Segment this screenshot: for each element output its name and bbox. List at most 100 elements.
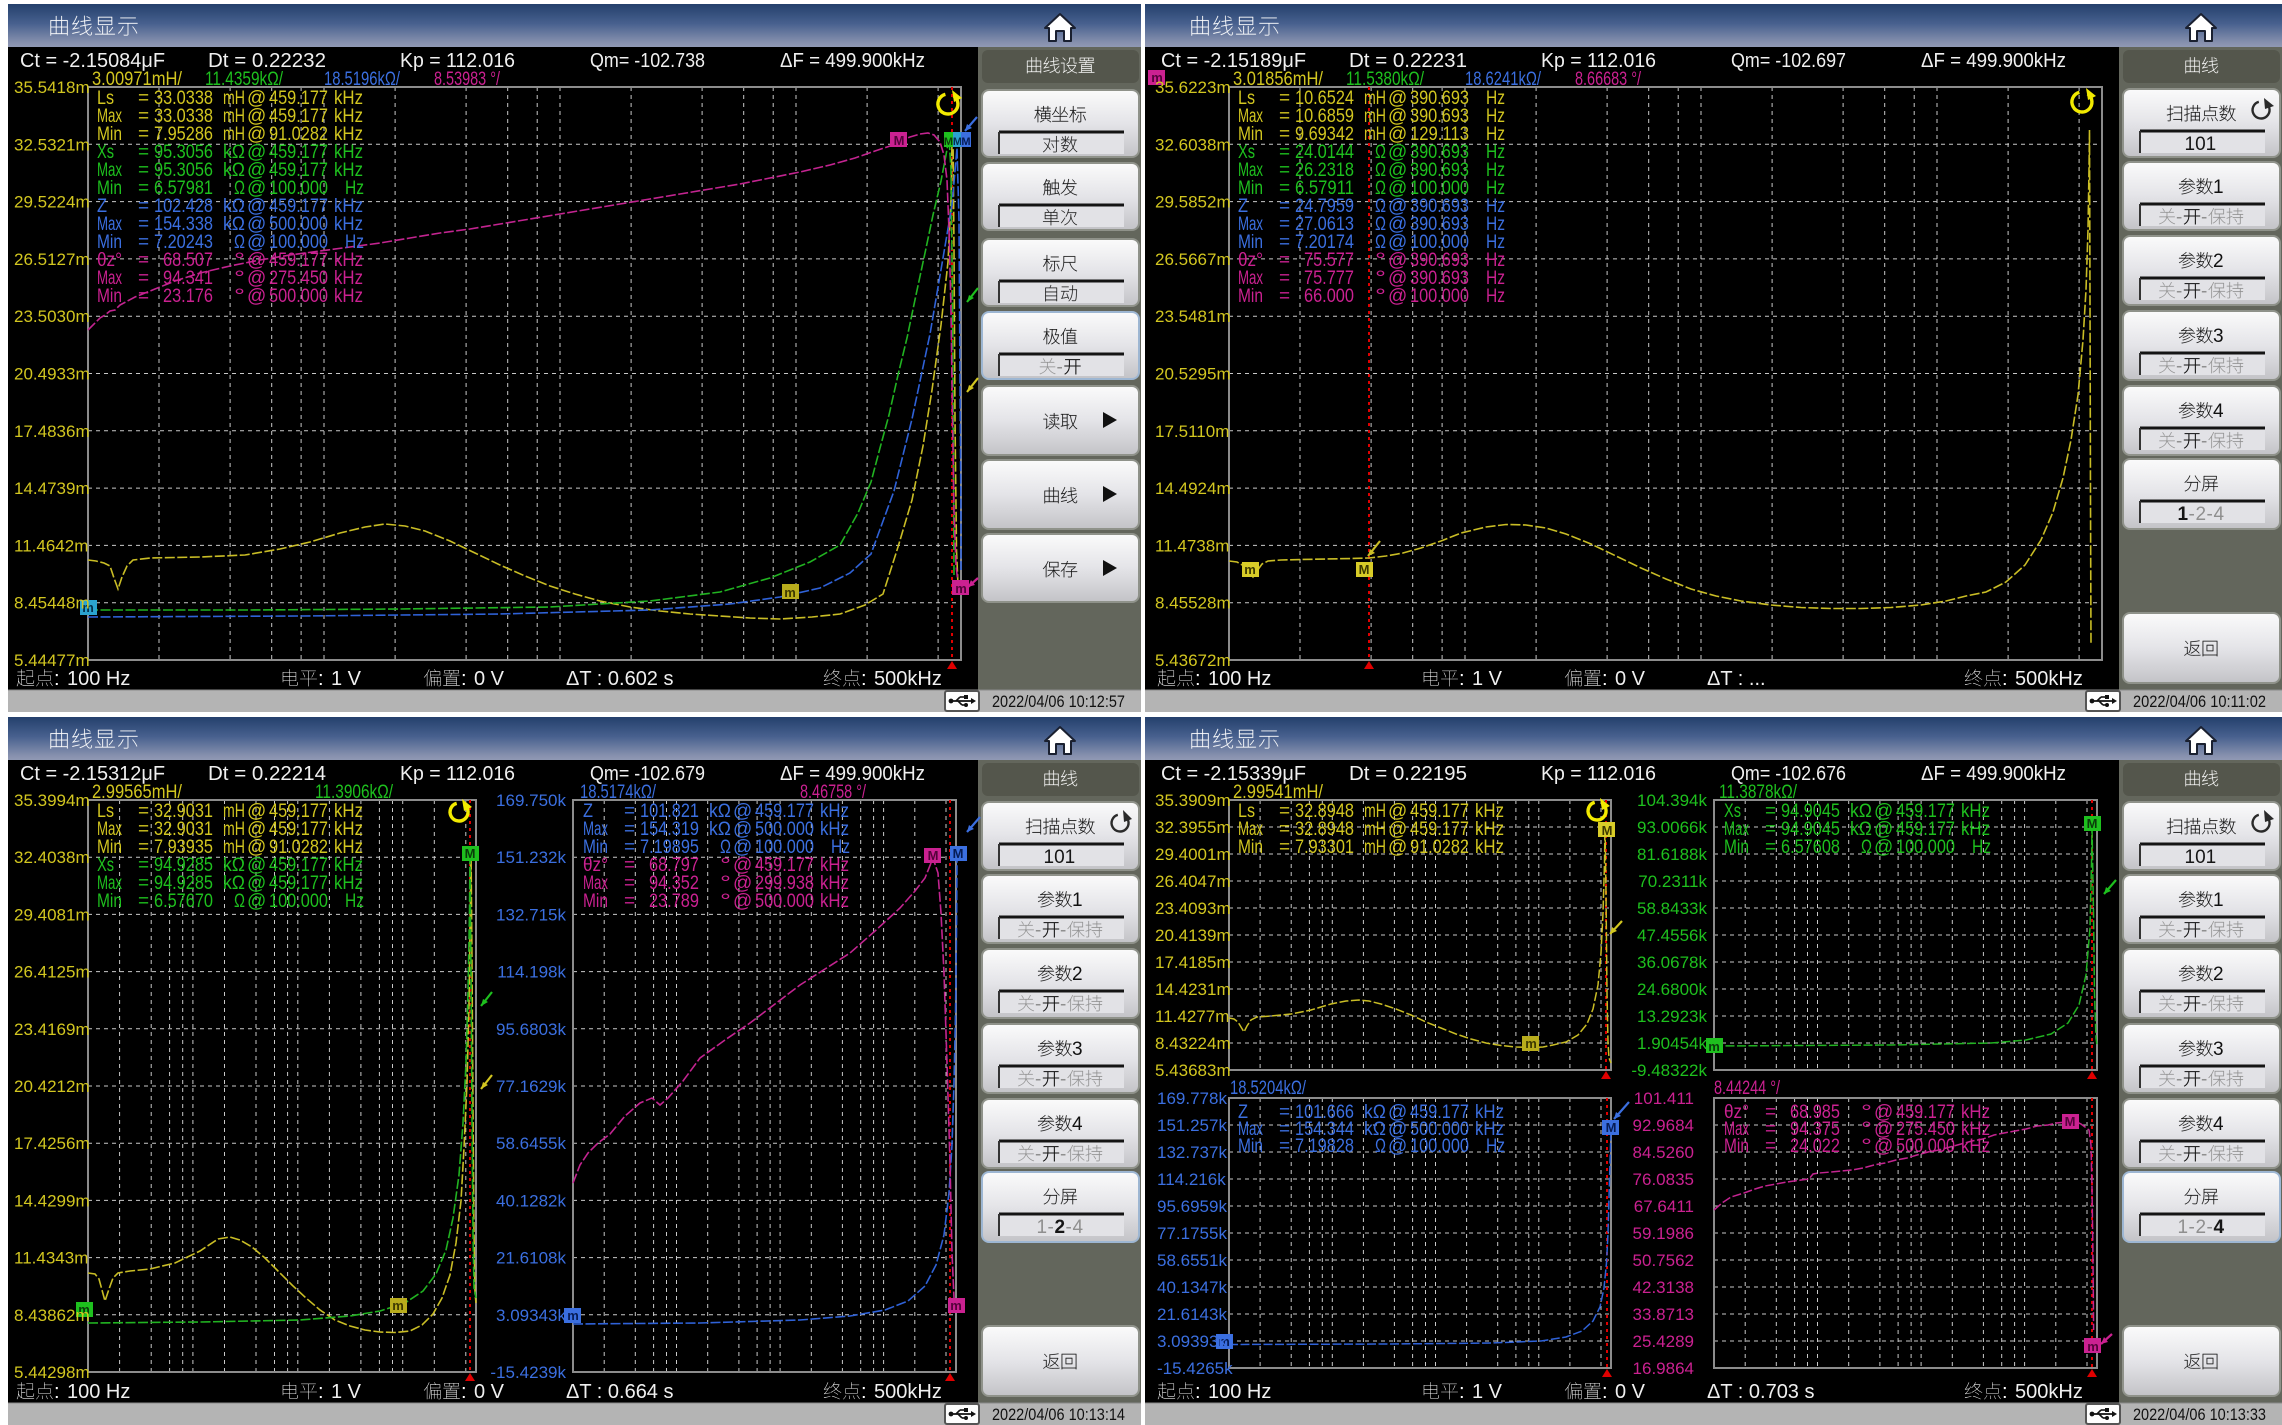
svg-text:500.000: 500.000	[1896, 1136, 1955, 1157]
svg-text:Min: Min	[1238, 286, 1263, 307]
svg-text:42.3138: 42.3138	[1633, 1278, 1694, 1297]
svg-text:18.5204kΩ/: 18.5204kΩ/	[1230, 1078, 1307, 1099]
svg-text::: :	[1195, 1381, 1201, 1403]
svg-text::: :	[318, 1381, 324, 1403]
svg-text:-: -	[2207, 1217, 2213, 1238]
svg-text:Min: Min	[1724, 837, 1749, 858]
svg-text::: :	[2002, 1381, 2008, 1403]
svg-text::: :	[861, 1381, 867, 1403]
svg-text:-: -	[1035, 920, 1041, 941]
svg-text:23.5481m: 23.5481m	[1155, 307, 1231, 326]
svg-text:4: 4	[2213, 401, 2224, 422]
svg-text::: :	[54, 668, 60, 690]
svg-text:Min: Min	[97, 891, 122, 912]
svg-text:500.000: 500.000	[269, 286, 328, 307]
svg-text:Hz: Hz	[1486, 286, 1505, 307]
svg-text:Min: Min	[1238, 1136, 1263, 1157]
svg-text:-: -	[2189, 1217, 2195, 1238]
svg-text:-: -	[2176, 431, 2182, 452]
svg-text:77.1755k: 77.1755k	[1157, 1224, 1227, 1243]
svg-text:2022/04/06 10:13:14: 2022/04/06 10:13:14	[992, 1405, 1125, 1424]
svg-text:2: 2	[2196, 504, 2207, 525]
svg-text:Ω: Ω	[1861, 837, 1872, 858]
svg-text:M: M	[465, 846, 476, 861]
svg-text:95.6959k: 95.6959k	[1157, 1197, 1227, 1216]
svg-text:-: -	[2176, 207, 2182, 228]
svg-text:@: @	[1388, 837, 1407, 858]
svg-text:Min: Min	[97, 286, 122, 307]
svg-text:-: -	[2201, 920, 2207, 941]
svg-text:m: m	[392, 1298, 404, 1313]
svg-text:32.4038m: 32.4038m	[14, 848, 90, 867]
svg-text:3.09393k: 3.09393k	[1157, 1332, 1227, 1351]
svg-text:4: 4	[2213, 1114, 2224, 1135]
svg-text:Kp = 112.016: Kp = 112.016	[1541, 763, 1656, 785]
svg-text:29.4001m: 29.4001m	[1155, 845, 1231, 864]
svg-text:m: m	[950, 1298, 962, 1313]
svg-text:20.4933m: 20.4933m	[14, 365, 90, 384]
svg-text::: :	[54, 1381, 60, 1403]
svg-text:58.6455k: 58.6455k	[496, 1134, 566, 1153]
svg-text:4: 4	[2214, 504, 2225, 525]
svg-text::: :	[1195, 668, 1201, 690]
svg-text:0 V: 0 V	[474, 1381, 505, 1403]
svg-text:35.3909m: 35.3909m	[1155, 791, 1231, 810]
svg-text:24.6800k: 24.6800k	[1637, 980, 1707, 999]
svg-text:-: -	[1035, 994, 1041, 1015]
svg-text:2: 2	[2196, 1217, 2207, 1238]
svg-text:4: 4	[1073, 1217, 1084, 1238]
svg-text:Ω: Ω	[234, 891, 245, 912]
svg-text:35.3994m: 35.3994m	[14, 791, 90, 810]
svg-text:47.4556k: 47.4556k	[1637, 926, 1707, 945]
svg-text:8.45448m: 8.45448m	[14, 594, 90, 613]
svg-text:-: -	[2201, 1144, 2207, 1165]
svg-text:26.4047m: 26.4047m	[1155, 872, 1231, 891]
svg-text:3: 3	[1072, 1039, 1083, 1060]
svg-text:101: 101	[2185, 134, 2217, 155]
svg-text:20.4139m: 20.4139m	[1155, 926, 1231, 945]
svg-text:M: M	[928, 848, 939, 863]
svg-text:=: =	[624, 891, 635, 912]
svg-text:=: =	[1765, 1136, 1776, 1157]
svg-text:13.2923k: 13.2923k	[1637, 1007, 1707, 1026]
svg-text:23.4093m: 23.4093m	[1155, 899, 1231, 918]
svg-text:81.6188k: 81.6188k	[1637, 845, 1707, 864]
svg-text:25.4289: 25.4289	[1633, 1332, 1694, 1351]
svg-text:m: m	[1708, 1039, 1720, 1054]
svg-text:M: M	[894, 133, 905, 148]
svg-text:40.1347k: 40.1347k	[1157, 1278, 1227, 1297]
svg-text:151.232k: 151.232k	[496, 848, 566, 867]
svg-text:77.1629k: 77.1629k	[496, 1077, 566, 1096]
svg-text:1: 1	[2213, 890, 2224, 911]
svg-text:11.4277m: 11.4277m	[1155, 1007, 1229, 1026]
svg-text:24.022: 24.022	[1790, 1136, 1840, 1157]
svg-text:m: m	[955, 581, 967, 596]
svg-text:Hz: Hz	[1972, 837, 1991, 858]
svg-text:100.000: 100.000	[1896, 837, 1955, 858]
svg-text:500kHz: 500kHz	[2015, 668, 2083, 690]
svg-text:0 V: 0 V	[1615, 1381, 1646, 1403]
svg-text:-: -	[1060, 994, 1066, 1015]
svg-text:-15.4265k: -15.4265k	[1157, 1359, 1233, 1378]
svg-text:M: M	[2087, 816, 2098, 831]
svg-text:-: -	[1060, 1069, 1066, 1090]
svg-text:2022/04/06 10:13:33: 2022/04/06 10:13:33	[2133, 1405, 2266, 1424]
svg-text:1: 1	[1037, 1217, 1048, 1238]
svg-text:40.1282k: 40.1282k	[496, 1191, 566, 1210]
svg-text:Hz: Hz	[1486, 1136, 1505, 1157]
svg-text:M: M	[1602, 823, 1613, 838]
svg-text:100.000: 100.000	[269, 891, 328, 912]
svg-text:23.176: 23.176	[163, 286, 213, 307]
svg-text:ΔF = 499.900kHz: ΔF = 499.900kHz	[780, 50, 925, 72]
svg-text:101: 101	[2185, 847, 2217, 868]
svg-text:=: =	[138, 286, 149, 307]
svg-text::: :	[1602, 668, 1608, 690]
svg-text:4: 4	[1072, 1114, 1083, 1135]
svg-text:76.0835: 76.0835	[1633, 1170, 1694, 1189]
svg-text:132.715k: 132.715k	[496, 905, 566, 924]
svg-text:14.4299m: 14.4299m	[14, 1191, 90, 1210]
svg-text:m: m	[2087, 1339, 2099, 1354]
svg-text:17.4185m: 17.4185m	[1155, 953, 1231, 972]
svg-text:ΔF = 499.900kHz: ΔF = 499.900kHz	[1921, 763, 2066, 785]
svg-text:ΔT : ...: ΔT : ...	[1707, 668, 1766, 690]
